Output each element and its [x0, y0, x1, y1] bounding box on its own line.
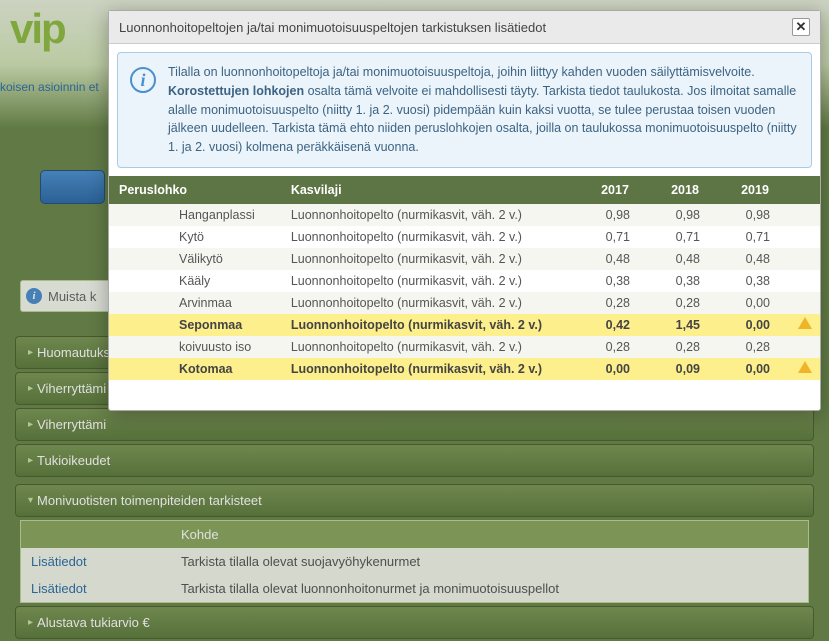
- value-2019: 0,00: [720, 314, 790, 336]
- crop-type: Luonnonhoitopelto (nurmikasvit, väh. 2 v…: [281, 248, 580, 270]
- value-2018: 0,28: [650, 292, 720, 314]
- parcel-name: koivuusto iso: [109, 336, 281, 358]
- value-2019: 0,38: [720, 270, 790, 292]
- value-2018: 0,48: [650, 248, 720, 270]
- modal-title: Luonnonhoitopeltojen ja/tai monimuotoisu…: [119, 20, 546, 35]
- parcel-name: Kääly: [109, 270, 281, 292]
- column-2018: 2018: [650, 176, 720, 204]
- parcels-table: Peruslohko Kasvilaji 2017 2018 2019 Hang…: [109, 176, 820, 380]
- value-2019: 0,98: [720, 204, 790, 226]
- crop-type: Luonnonhoitopelto (nurmikasvit, väh. 2 v…: [281, 292, 580, 314]
- value-2018: 0,38: [650, 270, 720, 292]
- table-row: KytöLuonnonhoitopelto (nurmikasvit, väh.…: [109, 226, 820, 248]
- column-2017: 2017: [580, 176, 650, 204]
- modal-header: Luonnonhoitopeltojen ja/tai monimuotoisu…: [109, 11, 820, 44]
- table-header-row: Peruslohko Kasvilaji 2017 2018 2019: [109, 176, 820, 204]
- table-row: SeponmaaLuonnonhoitopelto (nurmikasvit, …: [109, 314, 820, 336]
- info-text-prefix: Tilalla on luonnonhoitopeltoja ja/tai mo…: [168, 65, 755, 79]
- crop-type: Luonnonhoitopelto (nurmikasvit, väh. 2 v…: [281, 204, 580, 226]
- value-2017: 0,71: [580, 226, 650, 248]
- value-2019: 0,48: [720, 248, 790, 270]
- modal-info-box: i Tilalla on luonnonhoitopeltoja ja/tai …: [117, 52, 812, 168]
- column-kasvilaji: Kasvilaji: [281, 176, 580, 204]
- column-peruslohko: Peruslohko: [109, 176, 281, 204]
- crop-type: Luonnonhoitopelto (nurmikasvit, väh. 2 v…: [281, 226, 580, 248]
- value-2019: 0,71: [720, 226, 790, 248]
- parcel-name: Kotomaa: [109, 358, 281, 380]
- table-row: VälikytöLuonnonhoitopelto (nurmikasvit, …: [109, 248, 820, 270]
- table-row: ArvinmaaLuonnonhoitopelto (nurmikasvit, …: [109, 292, 820, 314]
- parcel-name: Välikytö: [109, 248, 281, 270]
- table-row: KäälyLuonnonhoitopelto (nurmikasvit, väh…: [109, 270, 820, 292]
- warning-icon: [798, 317, 812, 329]
- value-2017: 0,00: [580, 358, 650, 380]
- info-text-bold: Korostettujen lohkojen: [168, 84, 304, 98]
- info-icon: i: [130, 67, 156, 93]
- details-modal: Luonnonhoitopeltojen ja/tai monimuotoisu…: [108, 10, 821, 411]
- crop-type: Luonnonhoitopelto (nurmikasvit, väh. 2 v…: [281, 336, 580, 358]
- value-2017: 0,28: [580, 336, 650, 358]
- table-row: HanganplassiLuonnonhoitopelto (nurmikasv…: [109, 204, 820, 226]
- value-2017: 0,28: [580, 292, 650, 314]
- crop-type: Luonnonhoitopelto (nurmikasvit, väh. 2 v…: [281, 270, 580, 292]
- close-icon: ✕: [796, 19, 807, 35]
- value-2018: 0,71: [650, 226, 720, 248]
- parcel-name: Arvinmaa: [109, 292, 281, 314]
- value-2018: 0,28: [650, 336, 720, 358]
- value-2019: 0,00: [720, 358, 790, 380]
- crop-type: Luonnonhoitopelto (nurmikasvit, väh. 2 v…: [281, 314, 580, 336]
- close-button[interactable]: ✕: [792, 18, 810, 36]
- crop-type: Luonnonhoitopelto (nurmikasvit, väh. 2 v…: [281, 358, 580, 380]
- parcel-name: Hanganplassi: [109, 204, 281, 226]
- value-2017: 0,38: [580, 270, 650, 292]
- value-2018: 1,45: [650, 314, 720, 336]
- value-2019: 0,00: [720, 292, 790, 314]
- table-row: KotomaaLuonnonhoitopelto (nurmikasvit, v…: [109, 358, 820, 380]
- warning-icon: [798, 361, 812, 373]
- value-2018: 0,09: [650, 358, 720, 380]
- table-row: koivuusto isoLuonnonhoitopelto (nurmikas…: [109, 336, 820, 358]
- value-2017: 0,98: [580, 204, 650, 226]
- value-2019: 0,28: [720, 336, 790, 358]
- value-2018: 0,98: [650, 204, 720, 226]
- parcel-name: Kytö: [109, 226, 281, 248]
- column-2019: 2019: [720, 176, 790, 204]
- value-2017: 0,48: [580, 248, 650, 270]
- parcel-name: Seponmaa: [109, 314, 281, 336]
- value-2017: 0,42: [580, 314, 650, 336]
